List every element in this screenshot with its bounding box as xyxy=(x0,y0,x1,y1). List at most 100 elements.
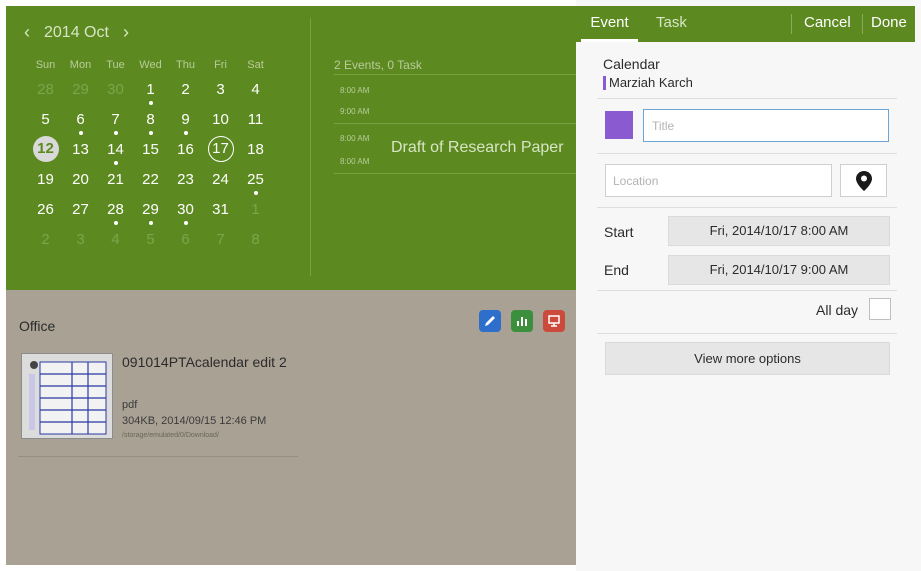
day-cell[interactable]: 24 xyxy=(203,171,238,188)
day-cell[interactable]: 3 xyxy=(203,81,238,98)
day-cell[interactable]: 14 xyxy=(98,140,133,165)
day-cell[interactable]: 2 xyxy=(168,81,203,98)
day-cell[interactable]: 6 xyxy=(63,111,98,135)
day-cell[interactable]: 3 xyxy=(63,231,98,248)
day-cell[interactable]: 1 xyxy=(238,201,273,218)
day-number: 2 xyxy=(181,80,190,98)
day-cell[interactable]: 15 xyxy=(133,141,168,158)
end-datetime-button[interactable]: Fri, 2014/10/17 9:00 AM xyxy=(668,255,890,285)
weekday-label: Wed xyxy=(139,59,162,71)
pen-icon[interactable] xyxy=(479,310,501,332)
day-cell[interactable]: 29 xyxy=(133,201,168,225)
day-number: 30 xyxy=(107,80,124,98)
topbar-divider xyxy=(862,14,863,34)
day-number: 2 xyxy=(41,230,50,248)
view-more-options-button[interactable]: View more options xyxy=(605,342,890,375)
day-cell[interactable]: 8 xyxy=(133,110,168,135)
day-cell[interactable]: 26 xyxy=(28,201,63,218)
day-cell[interactable]: 30 xyxy=(98,81,133,98)
chart-icon[interactable] xyxy=(511,310,533,332)
week-row: 12 13 14 15 16 17 18 xyxy=(28,134,274,165)
calendar-label[interactable]: Calendar xyxy=(603,56,660,72)
day-number: 22 xyxy=(142,170,159,188)
day-number: 26 xyxy=(37,200,54,218)
day-number: 18 xyxy=(247,140,264,158)
week-row: 28 29 30 1 2 3 4 xyxy=(28,74,274,105)
day-cell[interactable]: 29 xyxy=(63,81,98,98)
day-cell[interactable]: 12 xyxy=(28,136,63,162)
day-cell[interactable]: 13 xyxy=(63,141,98,158)
day-cell[interactable]: 8 xyxy=(238,231,273,248)
day-cell[interactable]: 16 xyxy=(168,141,203,158)
day-cell[interactable]: 18 xyxy=(238,141,273,158)
day-cell[interactable]: 21 xyxy=(98,171,133,188)
day-cell[interactable]: 7 xyxy=(98,111,133,135)
today-marker: 12 xyxy=(32,136,59,162)
cancel-button[interactable]: Cancel xyxy=(804,6,851,42)
file-name[interactable]: 091014PTAcalendar edit 2 xyxy=(122,354,302,371)
day-cell[interactable]: 9 xyxy=(168,111,203,135)
day-cell[interactable]: 5 xyxy=(133,231,168,248)
file-thumbnail[interactable] xyxy=(21,353,113,439)
day-number: 29 xyxy=(72,80,89,98)
title-input[interactable] xyxy=(643,109,889,142)
chevron-left-icon[interactable]: ‹ xyxy=(24,22,30,43)
day-number: 6 xyxy=(181,230,190,248)
day-cell[interactable]: 27 xyxy=(63,201,98,218)
day-cell[interactable]: 28 xyxy=(28,81,63,98)
day-cell[interactable]: 31 xyxy=(203,201,238,218)
day-cell[interactable]: 11 xyxy=(238,111,273,128)
day-number: 16 xyxy=(177,140,194,158)
all-day-checkbox[interactable] xyxy=(869,298,891,320)
panel-divider xyxy=(310,18,311,276)
day-number: 24 xyxy=(212,170,229,188)
day-cell[interactable]: 10 xyxy=(203,111,238,128)
day-cell[interactable]: 19 xyxy=(28,171,63,188)
done-button[interactable]: Done xyxy=(871,6,907,42)
week-row: 26 27 28 29 30 31 1 xyxy=(28,194,274,225)
event-color-swatch[interactable] xyxy=(605,111,633,139)
day-cell[interactable]: 20 xyxy=(63,171,98,188)
day-number: 1 xyxy=(146,80,155,98)
events-summary: 2 Events, 0 Task xyxy=(334,58,422,72)
presentation-icon[interactable] xyxy=(543,310,565,332)
office-title: Office xyxy=(19,318,56,334)
day-cell[interactable]: 30 xyxy=(168,200,203,225)
day-cell[interactable]: 28 xyxy=(98,201,133,225)
time-label: 8:00 AM xyxy=(340,134,370,143)
day-cell[interactable]: 7 xyxy=(203,231,238,248)
start-label: Start xyxy=(604,224,634,240)
day-cell[interactable]: 4 xyxy=(98,231,133,248)
calendar-owner[interactable]: Marziah Karch xyxy=(603,75,693,90)
tab-event[interactable]: Event xyxy=(581,6,638,42)
location-input[interactable] xyxy=(605,164,832,197)
day-cell[interactable]: 23 xyxy=(168,171,203,188)
day-cell[interactable]: 22 xyxy=(133,171,168,188)
section-divider xyxy=(597,333,897,334)
calendar-panel: ‹ 2014 Oct › Sun Mon Tue Wed Thu Fri Sat 28 29 30… xyxy=(6,6,576,290)
day-cell[interactable]: 4 xyxy=(238,81,273,98)
tab-task[interactable]: Task xyxy=(656,6,687,42)
day-cell[interactable]: 1 xyxy=(133,80,168,105)
day-cell[interactable]: 25 xyxy=(238,171,273,195)
timeline-divider xyxy=(334,173,576,174)
start-datetime-button[interactable]: Fri, 2014/10/17 8:00 AM xyxy=(668,216,890,246)
day-cell[interactable]: 5 xyxy=(28,111,63,128)
day-number: 4 xyxy=(251,80,260,98)
location-picker-button[interactable] xyxy=(840,164,887,197)
day-cell[interactable]: 2 xyxy=(28,231,63,248)
day-number: 21 xyxy=(107,170,124,188)
day-number: 14 xyxy=(107,140,124,158)
chevron-right-icon[interactable]: › xyxy=(123,22,129,43)
end-label: End xyxy=(604,262,629,278)
day-number: 19 xyxy=(37,170,54,188)
day-cell[interactable]: 17 xyxy=(203,136,238,162)
list-divider xyxy=(18,456,298,457)
section-divider xyxy=(597,290,897,291)
day-cell[interactable]: 6 xyxy=(168,231,203,248)
file-meta: 304KB, 2014/09/15 12:46 PM xyxy=(122,415,267,427)
selected-day-marker: 17 xyxy=(207,136,234,162)
day-number: 30 xyxy=(177,200,194,218)
day-number: 8 xyxy=(146,110,155,128)
event-title[interactable]: Draft of Research Paper xyxy=(391,139,564,157)
